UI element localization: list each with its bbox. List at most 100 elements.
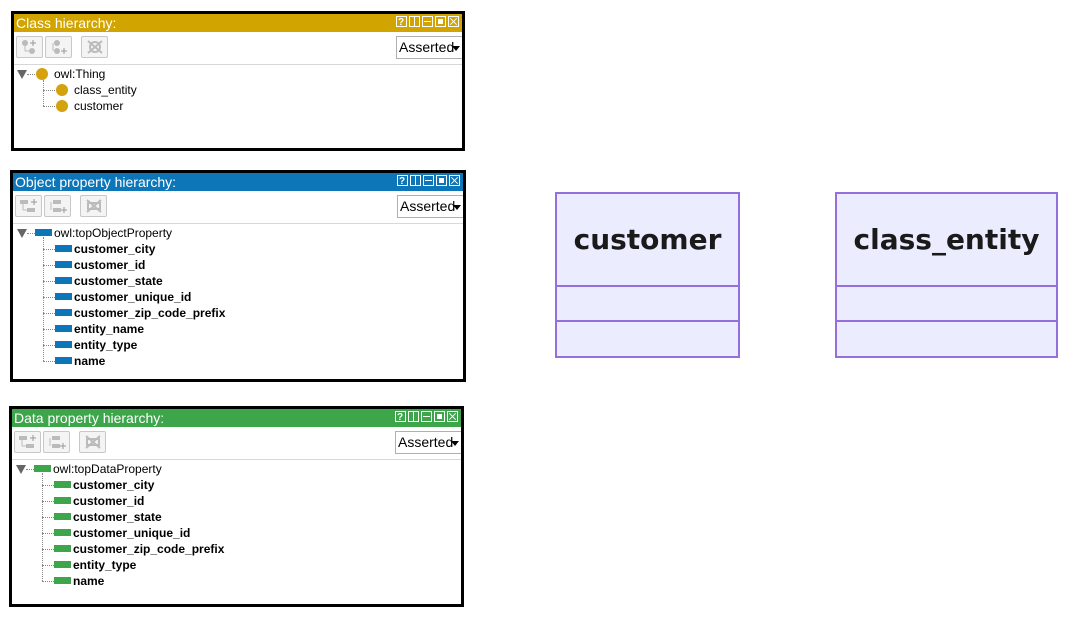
- close-icon[interactable]: [448, 16, 459, 27]
- hierarchy-mode-select[interactable]: Asserted: [397, 195, 463, 218]
- add-subproperty-icon: [19, 435, 36, 448]
- add-sibling-property-button[interactable]: [43, 431, 70, 453]
- object-property-titlebar: Object property hierarchy:: [13, 173, 463, 191]
- object-property-icon: [55, 293, 72, 300]
- object-property-icon: [35, 229, 52, 236]
- delete-property-button[interactable]: [79, 431, 106, 453]
- class-icon: [56, 84, 68, 96]
- add-sibling-class-icon: [52, 40, 67, 54]
- data-property-titlebar: Data property hierarchy:: [12, 409, 461, 427]
- add-sibling-property-icon: [50, 200, 67, 213]
- panel-title: Data property hierarchy:: [14, 410, 165, 426]
- object-property-icon: [55, 245, 72, 252]
- tree-item[interactable]: entity_type: [74, 338, 137, 352]
- object-property-icon: [55, 277, 72, 284]
- window-buttons: [397, 173, 460, 191]
- tree-root-label[interactable]: owl:topDataProperty: [53, 462, 162, 476]
- help-icon[interactable]: [396, 14, 407, 32]
- chevron-down-icon: [453, 205, 461, 210]
- panel-title: Object property hierarchy:: [15, 174, 177, 190]
- delete-class-button[interactable]: [81, 36, 108, 58]
- chevron-down-icon: [451, 441, 459, 446]
- tree-item[interactable]: customer_state: [74, 274, 163, 288]
- split-icon[interactable]: [410, 175, 421, 186]
- tree-item[interactable]: customer_unique_id: [73, 526, 190, 540]
- tree-item-customer[interactable]: customer: [74, 99, 123, 113]
- class-toolbar: Asserted: [14, 32, 462, 65]
- object-property-toolbar: Asserted: [13, 191, 463, 224]
- uml-methods-section: [557, 322, 738, 357]
- add-subproperty-button[interactable]: [14, 431, 41, 453]
- data-property-hierarchy-panel: Data property hierarchy: ? Asserted owl:…: [9, 406, 464, 607]
- add-subclass-icon: [22, 40, 36, 54]
- data-property-icon: [54, 513, 71, 520]
- add-sibling-class-button[interactable]: [45, 36, 72, 58]
- help-icon[interactable]: [395, 409, 406, 427]
- minimize-icon[interactable]: [422, 16, 433, 27]
- delete-class-icon: [87, 40, 103, 54]
- uml-class-name: class_entity: [837, 194, 1056, 287]
- object-property-icon: [55, 261, 72, 268]
- window-buttons: [395, 409, 458, 427]
- uml-class-customer[interactable]: customer: [555, 192, 740, 358]
- tree-item[interactable]: customer_id: [74, 258, 145, 272]
- data-property-icon: [34, 465, 51, 472]
- tree-item-class-entity[interactable]: class_entity: [74, 83, 137, 97]
- object-property-icon: [55, 309, 72, 316]
- data-property-icon: [54, 545, 71, 552]
- tree-root-label[interactable]: owl:Thing: [54, 67, 105, 81]
- split-icon[interactable]: [408, 411, 419, 422]
- delete-property-button[interactable]: [80, 195, 107, 217]
- tree-item[interactable]: entity_type: [73, 558, 136, 572]
- tree-root-label[interactable]: owl:topObjectProperty: [54, 226, 172, 240]
- expand-triangle-icon[interactable]: [16, 465, 26, 474]
- add-subclass-button[interactable]: [16, 36, 43, 58]
- tree-item[interactable]: customer_id: [73, 494, 144, 508]
- maximize-icon[interactable]: [434, 411, 445, 422]
- class-icon: [36, 68, 48, 80]
- object-property-icon: [55, 357, 72, 364]
- expand-triangle-icon[interactable]: [17, 70, 27, 79]
- uml-class-class-entity[interactable]: class_entity: [835, 192, 1058, 358]
- close-icon[interactable]: [449, 175, 460, 186]
- class-icon: [56, 100, 68, 112]
- maximize-icon[interactable]: [436, 175, 447, 186]
- split-icon[interactable]: [409, 16, 420, 27]
- uml-attributes-section: [557, 287, 738, 322]
- hierarchy-mode-select[interactable]: Asserted: [395, 431, 461, 454]
- uml-attributes-section: [837, 287, 1056, 322]
- data-property-toolbar: Asserted: [12, 427, 461, 460]
- tree-item[interactable]: name: [74, 354, 105, 368]
- uml-class-name: customer: [557, 194, 738, 287]
- uml-methods-section: [837, 322, 1056, 357]
- tree-item[interactable]: customer_unique_id: [74, 290, 191, 304]
- tree-item[interactable]: customer_state: [73, 510, 162, 524]
- add-sibling-property-icon: [49, 436, 66, 449]
- add-subproperty-button[interactable]: [15, 195, 42, 217]
- chevron-down-icon: [452, 46, 460, 51]
- add-subproperty-icon: [20, 199, 37, 212]
- minimize-icon[interactable]: [421, 411, 432, 422]
- close-icon[interactable]: [447, 411, 458, 422]
- data-property-icon: [54, 529, 71, 536]
- panel-title: Class hierarchy:: [16, 15, 117, 31]
- object-property-icon: [55, 325, 72, 332]
- window-buttons: [396, 14, 459, 32]
- data-property-icon: [54, 481, 71, 488]
- tree-item[interactable]: customer_city: [74, 242, 155, 256]
- data-property-icon: [54, 497, 71, 504]
- tree-item[interactable]: customer_zip_code_prefix: [74, 306, 225, 320]
- add-sibling-property-button[interactable]: [44, 195, 71, 217]
- tree-item[interactable]: customer_city: [73, 478, 154, 492]
- help-icon[interactable]: [397, 173, 408, 191]
- delete-property-icon: [85, 435, 101, 449]
- class-hierarchy-panel: Class hierarchy: ? Asserted owl:Thing cl…: [11, 11, 465, 151]
- maximize-icon[interactable]: [435, 16, 446, 27]
- class-hierarchy-titlebar: Class hierarchy:: [14, 14, 462, 32]
- tree-item[interactable]: name: [73, 574, 104, 588]
- minimize-icon[interactable]: [423, 175, 434, 186]
- expand-triangle-icon[interactable]: [17, 229, 27, 238]
- tree-item[interactable]: customer_zip_code_prefix: [73, 542, 224, 556]
- tree-item[interactable]: entity_name: [74, 322, 144, 336]
- hierarchy-mode-select[interactable]: Asserted: [396, 36, 462, 59]
